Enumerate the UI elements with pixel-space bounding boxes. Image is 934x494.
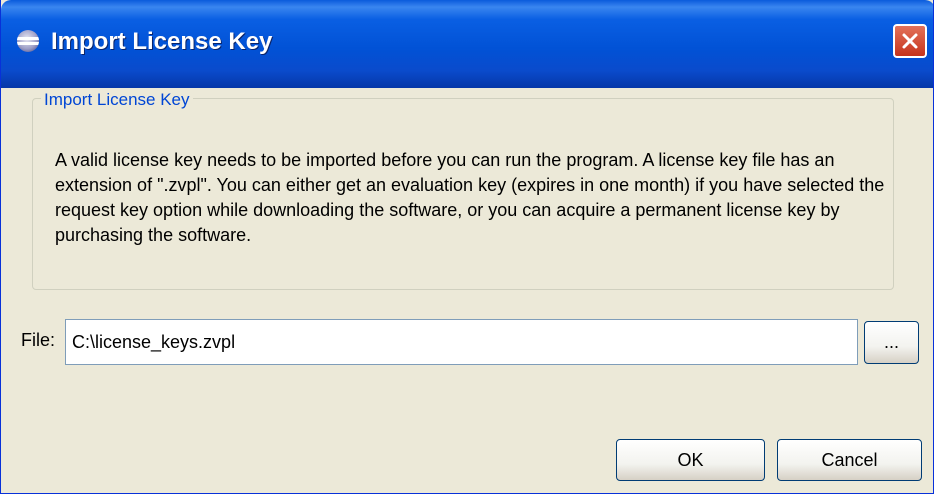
cancel-button[interactable]: Cancel [777, 439, 922, 481]
title-bar[interactable]: Import License Key [1, 0, 933, 88]
eclipse-icon [17, 30, 39, 52]
file-label: File: [21, 330, 56, 350]
group-title: Import License Key [41, 90, 193, 110]
close-icon [902, 33, 918, 49]
ok-button[interactable]: OK [616, 439, 765, 481]
description-text: A valid license key needs to be imported… [55, 150, 885, 245]
browse-button[interactable]: ... [864, 321, 919, 364]
import-license-dialog: Import License Key Import License Key A … [0, 0, 934, 494]
file-path-input[interactable] [65, 319, 858, 365]
close-button[interactable] [893, 24, 927, 58]
window-title: Import License Key [51, 28, 273, 55]
